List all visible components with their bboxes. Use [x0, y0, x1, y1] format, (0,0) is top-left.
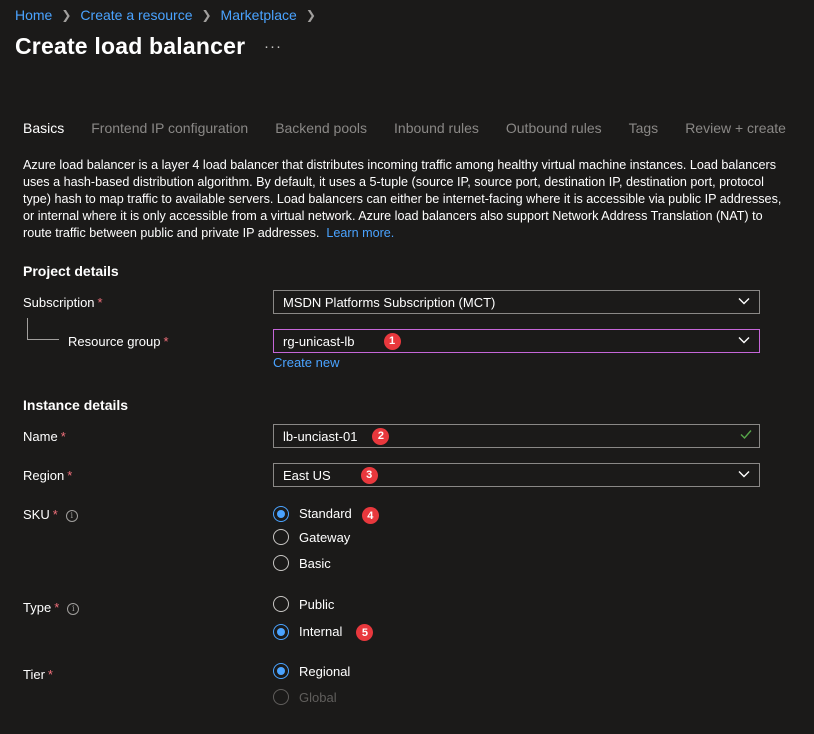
step-badge-5: 5: [356, 624, 374, 641]
type-label: Type * i: [23, 600, 80, 615]
tab-basics[interactable]: Basics: [23, 120, 64, 143]
info-icon[interactable]: i: [65, 510, 78, 522]
sku-label-text: SKU: [23, 507, 50, 522]
sku-option-standard[interactable]: Standard 4: [273, 503, 379, 524]
type-label-text: Type: [23, 600, 52, 615]
checkmark-icon: [740, 430, 752, 440]
tree-connector: [27, 339, 59, 340]
required-marker: *: [163, 334, 169, 349]
chevron-down-icon: [738, 337, 750, 344]
chevron-down-icon: [738, 471, 750, 478]
wizard-tabs: Basics Frontend IP configuration Backend…: [23, 120, 813, 143]
type-option-public[interactable]: Public: [273, 596, 334, 612]
resource-group-label-text: Resource group: [68, 334, 161, 349]
sku-option-label: Gateway: [299, 529, 351, 545]
resource-group-dropdown[interactable]: rg-unicast-lb 1: [273, 329, 760, 353]
type-option-label: Public: [299, 596, 335, 612]
learn-more-link[interactable]: Learn more.: [326, 226, 394, 240]
required-marker: *: [47, 667, 53, 682]
required-marker: *: [60, 429, 66, 444]
sku-option-gateway[interactable]: Gateway: [273, 529, 350, 545]
breadcrumb-home[interactable]: Home: [15, 7, 52, 23]
breadcrumb: Home ❯ Create a resource ❯ Marketplace ❯: [15, 7, 325, 23]
type-option-internal[interactable]: Internal 5: [273, 622, 374, 641]
name-value: lb-unciast-01: [283, 428, 358, 444]
tier-label-text: Tier: [23, 667, 45, 682]
sku-option-label: Standard: [299, 506, 352, 521]
tier-option-label: Global: [299, 689, 337, 705]
chevron-right-icon: ❯: [201, 8, 212, 22]
description-text: Azure load balancer is a layer 4 load ba…: [23, 158, 782, 240]
region-value: East US: [283, 467, 331, 483]
region-label-text: Region: [23, 468, 65, 483]
sku-option-label: Basic: [299, 555, 331, 571]
tab-inbound-rules[interactable]: Inbound rules: [394, 120, 479, 143]
region-label: Region *: [23, 468, 72, 483]
tier-option-label: Regional: [299, 663, 351, 679]
page-title: Create load balancer: [15, 33, 246, 59]
create-new-link[interactable]: Create new: [273, 355, 339, 370]
project-details-heading: Project details: [23, 263, 119, 279]
step-badge-3: 3: [360, 466, 378, 484]
more-options-button[interactable]: ···: [264, 38, 282, 55]
required-marker: *: [67, 468, 73, 483]
region-dropdown[interactable]: East US 3: [273, 463, 760, 487]
subscription-dropdown[interactable]: MSDN Platforms Subscription (MCT): [273, 290, 760, 314]
tier-option-regional[interactable]: Regional: [273, 663, 350, 679]
chevron-right-icon: ❯: [61, 8, 72, 22]
radio-button[interactable]: [273, 663, 289, 679]
radio-button[interactable]: [273, 529, 289, 545]
sku-label: SKU * i: [23, 507, 78, 522]
tab-frontend-ip-configuration[interactable]: Frontend IP configuration: [91, 120, 248, 143]
description: Azure load balancer is a layer 4 load ba…: [23, 157, 783, 242]
breadcrumb-marketplace[interactable]: Marketplace: [221, 7, 297, 23]
sku-option-basic[interactable]: Basic: [273, 555, 331, 571]
tab-backend-pools[interactable]: Backend pools: [275, 120, 367, 143]
type-option-label: Internal: [299, 624, 343, 639]
required-marker: *: [52, 507, 58, 522]
tab-review-create[interactable]: Review + create: [685, 120, 786, 143]
name-input[interactable]: lb-unciast-01 2: [273, 424, 760, 448]
step-badge-2: 2: [372, 427, 390, 445]
subscription-label-text: Subscription: [23, 295, 95, 310]
tab-tags[interactable]: Tags: [629, 120, 659, 143]
radio-button[interactable]: [273, 555, 289, 571]
required-marker: *: [54, 600, 60, 615]
subscription-label: Subscription *: [23, 295, 103, 310]
tree-connector: [27, 318, 28, 339]
step-badge-1: 1: [383, 332, 401, 350]
step-badge-4: 4: [361, 507, 379, 524]
tab-outbound-rules[interactable]: Outbound rules: [506, 120, 602, 143]
radio-button[interactable]: [273, 596, 289, 612]
resource-group-label: Resource group *: [68, 334, 169, 349]
chevron-down-icon: [738, 298, 750, 305]
resource-group-value: rg-unicast-lb: [283, 333, 355, 349]
tier-label: Tier *: [23, 667, 53, 682]
tier-option-global: Global: [273, 689, 337, 705]
radio-button: [273, 689, 289, 705]
radio-button[interactable]: [273, 505, 289, 522]
breadcrumb-create-resource[interactable]: Create a resource: [80, 7, 192, 23]
radio-button[interactable]: [273, 623, 289, 640]
name-label-text: Name: [23, 429, 58, 444]
chevron-right-icon: ❯: [305, 8, 316, 22]
required-marker: *: [97, 295, 103, 310]
subscription-value: MSDN Platforms Subscription (MCT): [283, 294, 496, 310]
instance-details-heading: Instance details: [23, 397, 129, 413]
name-label: Name *: [23, 429, 66, 444]
info-icon[interactable]: i: [67, 603, 80, 615]
